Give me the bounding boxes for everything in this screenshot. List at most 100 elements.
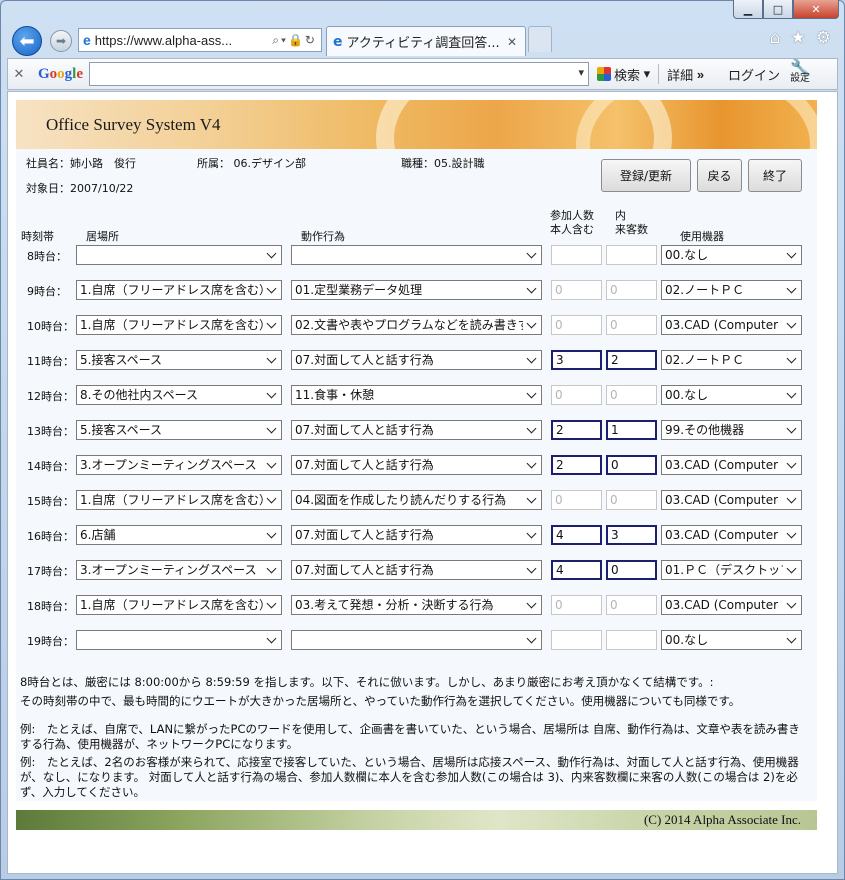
visitors-input[interactable]: 2 — [606, 350, 657, 370]
visitors-input[interactable]: 3 — [606, 525, 657, 545]
gear-icon[interactable]: ⚙ — [816, 28, 831, 48]
toolbar-close-icon[interactable]: ✕ — [8, 66, 30, 82]
device-select[interactable]: 99.その他機器 — [661, 420, 802, 440]
device-select[interactable]: 00.なし — [661, 630, 802, 650]
visitors-input[interactable]: 0 — [606, 280, 657, 300]
maximize-button[interactable]: □ — [763, 0, 793, 19]
action-select[interactable]: 07.対面して人と話す行為 — [291, 350, 542, 370]
place-select[interactable]: 1.自席（フリーアドレス席を含む） — [76, 490, 282, 510]
visitors-input[interactable] — [606, 245, 657, 265]
new-tab-button[interactable] — [528, 26, 552, 52]
participants-input[interactable]: 3 — [551, 350, 602, 370]
participants-input[interactable]: 4 — [551, 525, 602, 545]
place-select[interactable]: 5.接客スペース — [76, 350, 282, 370]
visitors-input[interactable]: 0 — [606, 455, 657, 475]
visitors-input[interactable]: 0 — [606, 595, 657, 615]
place-select[interactable]: 3.オープンミーティングスペース — [76, 560, 282, 580]
visitors-input[interactable] — [606, 630, 657, 650]
back-arrow-icon[interactable]: ⬅ — [12, 26, 42, 56]
chevron-down-icon — [523, 596, 539, 614]
device-select[interactable]: 03.CAD (Computer — [661, 595, 802, 615]
close-window-button[interactable]: ✕ — [793, 0, 839, 19]
toolbar-more-button[interactable]: 詳細 » — [667, 65, 704, 84]
device-select[interactable]: 00.なし — [661, 385, 802, 405]
action-select[interactable]: 01.定型業務データ処理 — [291, 280, 542, 300]
row-time-label: 11時台： — [27, 355, 74, 368]
minimize-button[interactable]: ▁ — [733, 0, 763, 19]
participants-input[interactable]: 0 — [551, 280, 602, 300]
place-select[interactable] — [76, 245, 282, 265]
action-select[interactable]: 07.対面して人と話す行為 — [291, 455, 542, 475]
participants-input[interactable] — [551, 245, 602, 265]
place-select[interactable]: 6.店舗 — [76, 525, 282, 545]
device-select[interactable]: 01.ＰＣ（デスクトップ — [661, 560, 802, 580]
toolbar-settings-button[interactable]: 🔧 設定 — [790, 61, 810, 84]
visitors-input[interactable]: 0 — [606, 385, 657, 405]
participants-input[interactable]: 0 — [551, 595, 602, 615]
action-select[interactable]: 11.食事・休憩 — [291, 385, 542, 405]
google-search-input[interactable] — [89, 62, 590, 86]
device-select[interactable]: 03.CAD (Computer — [661, 315, 802, 335]
chevron-down-icon — [523, 386, 539, 404]
chevron-down-icon — [263, 631, 279, 649]
chevron-down-icon — [263, 456, 279, 474]
address-bar[interactable]: e https://www.alpha-ass... ⌕▾🔒↻ — [78, 28, 322, 52]
device-select[interactable]: 02.ノートＰＣ — [661, 350, 802, 370]
action-select[interactable]: 02.文書や表やプログラムなどを読み書きする行為 — [291, 315, 542, 335]
chevron-down-icon — [783, 491, 799, 509]
note-instruction: その時刻帯の中で、最も時間的にウエートが大きかった居場所と、やっていた動作行為を… — [20, 694, 741, 708]
device-select[interactable]: 03.CAD (Computer — [661, 455, 802, 475]
action-select[interactable]: 07.対面して人と話す行為 — [291, 560, 542, 580]
chevron-down-icon — [523, 526, 539, 544]
forward-arrow-icon[interactable]: ➡ — [50, 30, 72, 52]
home-icon[interactable]: ⌂ — [770, 28, 781, 48]
visitors-input[interactable]: 0 — [606, 560, 657, 580]
google-search-button[interactable]: 検索 ▾ — [597, 65, 650, 84]
participants-input[interactable] — [551, 630, 602, 650]
place-select[interactable] — [76, 630, 282, 650]
action-select[interactable]: 03.考えて発想・分析・決断する行為 — [291, 595, 542, 615]
action-select[interactable]: 04.図面を作成したり読んだりする行為 — [291, 490, 542, 510]
favorites-star-icon[interactable]: ★ — [791, 28, 806, 48]
device-select[interactable]: 00.なし — [661, 245, 802, 265]
back-button[interactable]: 戻る — [697, 159, 742, 192]
participants-input[interactable]: 0 — [551, 490, 602, 510]
toolbar-login-link[interactable]: ログイン — [728, 65, 780, 84]
participants-input[interactable]: 2 — [551, 420, 602, 440]
visitors-input[interactable]: 0 — [606, 490, 657, 510]
place-select[interactable]: 1.自席（フリーアドレス席を含む） — [76, 280, 282, 300]
participants-input[interactable]: 0 — [551, 385, 602, 405]
job-value: 05.設計職 — [434, 157, 485, 170]
action-select[interactable]: 07.対面して人と話す行為 — [291, 525, 542, 545]
google-search-icon — [597, 67, 612, 81]
place-select[interactable]: 1.自席（フリーアドレス席を含む） — [76, 315, 282, 335]
place-select[interactable]: 8.その他社内スペース — [76, 385, 282, 405]
row-time-label: 12時台： — [27, 390, 74, 403]
device-select[interactable]: 03.CAD (Computer — [661, 490, 802, 510]
device-select[interactable]: 02.ノートＰＣ — [661, 280, 802, 300]
row-time-label: 13時台： — [27, 425, 74, 438]
action-select[interactable]: 07.対面して人と話す行為 — [291, 420, 542, 440]
visitors-input[interactable]: 1 — [606, 420, 657, 440]
place-select[interactable]: 1.自席（フリーアドレス席を含む） — [76, 595, 282, 615]
place-select[interactable]: 3.オープンミーティングスペース — [76, 455, 282, 475]
participants-input[interactable]: 2 — [551, 455, 602, 475]
register-update-button[interactable]: 登録/更新 — [601, 159, 691, 192]
place-select[interactable]: 5.接客スペース — [76, 420, 282, 440]
header-time: 時刻帯 — [21, 230, 54, 243]
date-info: 対象日：2007/10/22 — [26, 182, 134, 195]
close-tab-icon[interactable]: ✕ — [507, 35, 517, 49]
action-select[interactable] — [291, 245, 542, 265]
finish-button[interactable]: 終了 — [748, 159, 802, 192]
action-select[interactable] — [291, 630, 542, 650]
tab-title: アクティビティ調査回答... — [346, 36, 500, 51]
browser-tab-active[interactable]: e アクティビティ調査回答... ✕ — [326, 26, 526, 56]
device-select[interactable]: 03.CAD (Computer — [661, 525, 802, 545]
address-tools-icons[interactable]: ⌕▾🔒↻ — [272, 33, 321, 48]
participants-input[interactable]: 4 — [551, 560, 602, 580]
visitors-input[interactable]: 0 — [606, 315, 657, 335]
google-logo: Google — [38, 65, 84, 82]
chevron-down-icon — [263, 351, 279, 369]
participants-input[interactable]: 0 — [551, 315, 602, 335]
chevron-down-icon — [783, 281, 799, 299]
